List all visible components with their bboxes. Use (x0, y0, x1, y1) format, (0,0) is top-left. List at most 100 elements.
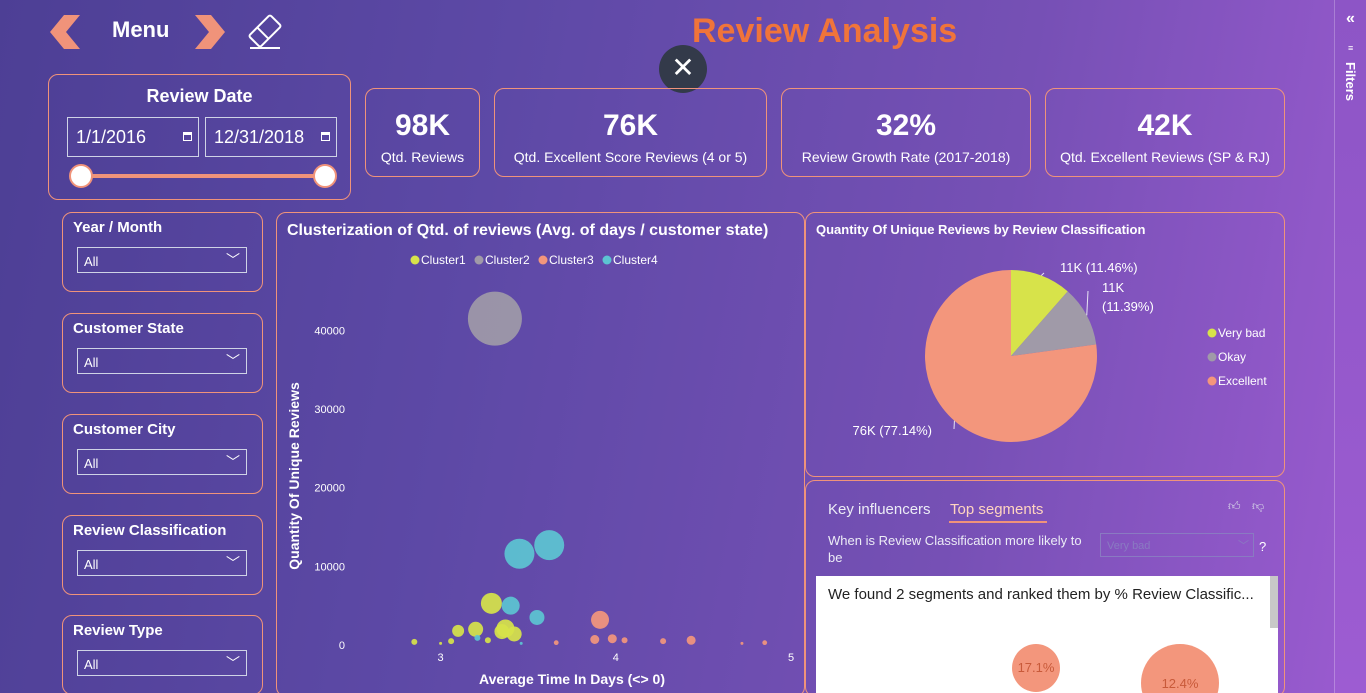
influencer-question: When is Review Classification more likel… (828, 533, 1082, 565)
scatter-point (448, 638, 455, 645)
key-influencers-panel: Key influencers Top segments 👍︎ 👎︎ When … (805, 480, 1285, 693)
date-range-track (81, 174, 325, 178)
scatter-point (621, 637, 628, 644)
pie-data-label: 11K (11.46%) (1060, 260, 1138, 275)
kpi-label: Qtd. Excellent Score Reviews (4 or 5) (513, 149, 748, 165)
scatter-point (534, 530, 565, 561)
legend-marker (410, 255, 420, 265)
segments-area[interactable]: We found 2 segments and ranked them by %… (816, 576, 1278, 693)
y-tick-label: 20000 (314, 483, 345, 495)
slicer-review-classification: Review Classification All ﹀ (62, 515, 263, 595)
filters-label[interactable]: Filters (1343, 62, 1358, 101)
kpi-label: Qtd. Excellent Reviews (SP & RJ) (1060, 149, 1270, 165)
slicer-value: All (84, 254, 99, 269)
chevron-down-icon[interactable]: ﹀ (226, 250, 240, 270)
forward-arrow-icon[interactable] (193, 15, 225, 49)
legend-label: Cluster4 (613, 253, 658, 267)
scatter-point (411, 638, 418, 645)
tab-key-influencers[interactable]: Key influencers (828, 501, 931, 518)
filters-pane[interactable]: « ≡ Filters (1334, 0, 1366, 693)
segment-bubble[interactable]: 17.1% (1012, 644, 1060, 692)
filter-icon: ≡ (1348, 43, 1354, 53)
scatter-point (591, 610, 610, 629)
segment-bubble[interactable]: 12.4% (1141, 644, 1219, 693)
chevron-down-icon[interactable]: ﹀ (226, 553, 240, 573)
scatter-point (519, 641, 523, 645)
start-date-input[interactable]: 1/1/2016 (67, 117, 199, 157)
legend-label: Excellent (1218, 374, 1267, 388)
classification-dropdown[interactable]: Very bad ﹀ (1100, 533, 1254, 557)
y-tick-label: 10000 (314, 561, 345, 573)
segments-scrollbar[interactable] (1270, 576, 1278, 628)
eraser-icon[interactable] (244, 12, 286, 50)
calendar-icon[interactable] (321, 132, 330, 141)
end-date-handle[interactable] (313, 164, 337, 188)
slicer-title: Customer State (73, 320, 184, 337)
help-icon[interactable]: ? (1259, 539, 1266, 554)
scatter-point (590, 634, 600, 644)
y-tick-label: 40000 (314, 325, 345, 337)
slicer-value: All (84, 657, 99, 672)
legend-label: Very bad (1218, 326, 1265, 340)
pie-leader-line (1040, 272, 1045, 276)
slicer-review-type: Review Type All ﹀ (62, 615, 263, 693)
scatter-chart[interactable]: Cluster1 Cluster2 Cluster3 Cluster4 0 10000 20… (277, 213, 804, 693)
scatter-point (468, 621, 484, 637)
x-tick-label: 4 (613, 652, 619, 664)
legend-marker (602, 255, 612, 265)
pie-data-label: 11K (1102, 280, 1124, 295)
scatter-point (504, 538, 535, 569)
slicer-dropdown[interactable]: All ﹀ (77, 550, 247, 576)
thumbs-down-icon[interactable]: 👎︎ (1252, 499, 1264, 514)
chevron-down-icon[interactable]: ﹀ (226, 351, 240, 371)
pie-chart-panel: Quantity Of Unique Reviews by Review Cla… (805, 212, 1285, 477)
scatter-point (501, 596, 520, 615)
legend-marker (474, 255, 484, 265)
kpi-card: 32% Review Growth Rate (2017-2018) (781, 88, 1031, 177)
legend-marker (1207, 328, 1217, 338)
back-arrow-icon[interactable] (50, 15, 82, 49)
menu-label: Menu (112, 17, 170, 42)
pie-chart[interactable]: 11K (11.46%) 11K (11.39%) 76K (77.14%) Very … (806, 213, 1284, 476)
x-tick-label: 3 (438, 652, 444, 664)
slicer-value: All (84, 355, 99, 370)
scatter-point (480, 592, 502, 614)
slicer-value: All (84, 456, 99, 471)
tab-top-segments[interactable]: Top segments (950, 501, 1043, 518)
scatter-point (762, 640, 768, 646)
classification-dropdown-value: Very bad (1107, 540, 1151, 552)
scatter-point (439, 641, 443, 645)
scatter-point (607, 634, 617, 644)
close-button[interactable]: ✕ (659, 45, 707, 93)
slicer-dropdown[interactable]: All ﹀ (77, 348, 247, 374)
end-date-input[interactable]: 12/31/2018 (205, 117, 337, 157)
kpi-card: 98K Qtd. Reviews (365, 88, 480, 177)
kpi-label: Qtd. Reviews (380, 149, 465, 165)
slicer-title: Review Type (73, 622, 163, 639)
y-tick-label: 0 (339, 640, 345, 652)
y-axis-label: Quantity Of Unique Reviews (286, 382, 302, 570)
chevron-down-icon[interactable]: ﹀ (1238, 537, 1249, 553)
legend-marker (538, 255, 548, 265)
slicer-title: Review Classification (73, 522, 227, 539)
scatter-point (467, 291, 522, 346)
kpi-value: 98K (394, 109, 451, 142)
slicer-dropdown[interactable]: All ﹀ (77, 449, 247, 475)
page-title: Review Analysis (692, 12, 958, 50)
slicer-dropdown[interactable]: All ﹀ (77, 650, 247, 676)
chevron-down-icon[interactable]: ﹀ (226, 452, 240, 472)
collapse-icon[interactable]: « (1346, 10, 1355, 28)
slicer-dropdown[interactable]: All ﹀ (77, 247, 247, 273)
scatter-point (474, 634, 481, 641)
chevron-down-icon[interactable]: ﹀ (226, 653, 240, 673)
scatter-point (506, 626, 522, 642)
thumbs-up-icon[interactable]: 👍︎ (1228, 499, 1241, 514)
x-axis-label: Average Time In Days (<> 0) (479, 671, 665, 687)
calendar-icon[interactable] (183, 132, 192, 141)
slicer-year-month: Year / Month All ﹀ (62, 212, 263, 292)
slicer-customer-state: Customer State All ﹀ (62, 313, 263, 393)
start-date-handle[interactable] (69, 164, 93, 188)
legend-label: Cluster2 (485, 253, 530, 267)
legend-label: Okay (1218, 350, 1246, 364)
kpi-card: 42K Qtd. Excellent Reviews (SP & RJ) (1045, 88, 1285, 177)
